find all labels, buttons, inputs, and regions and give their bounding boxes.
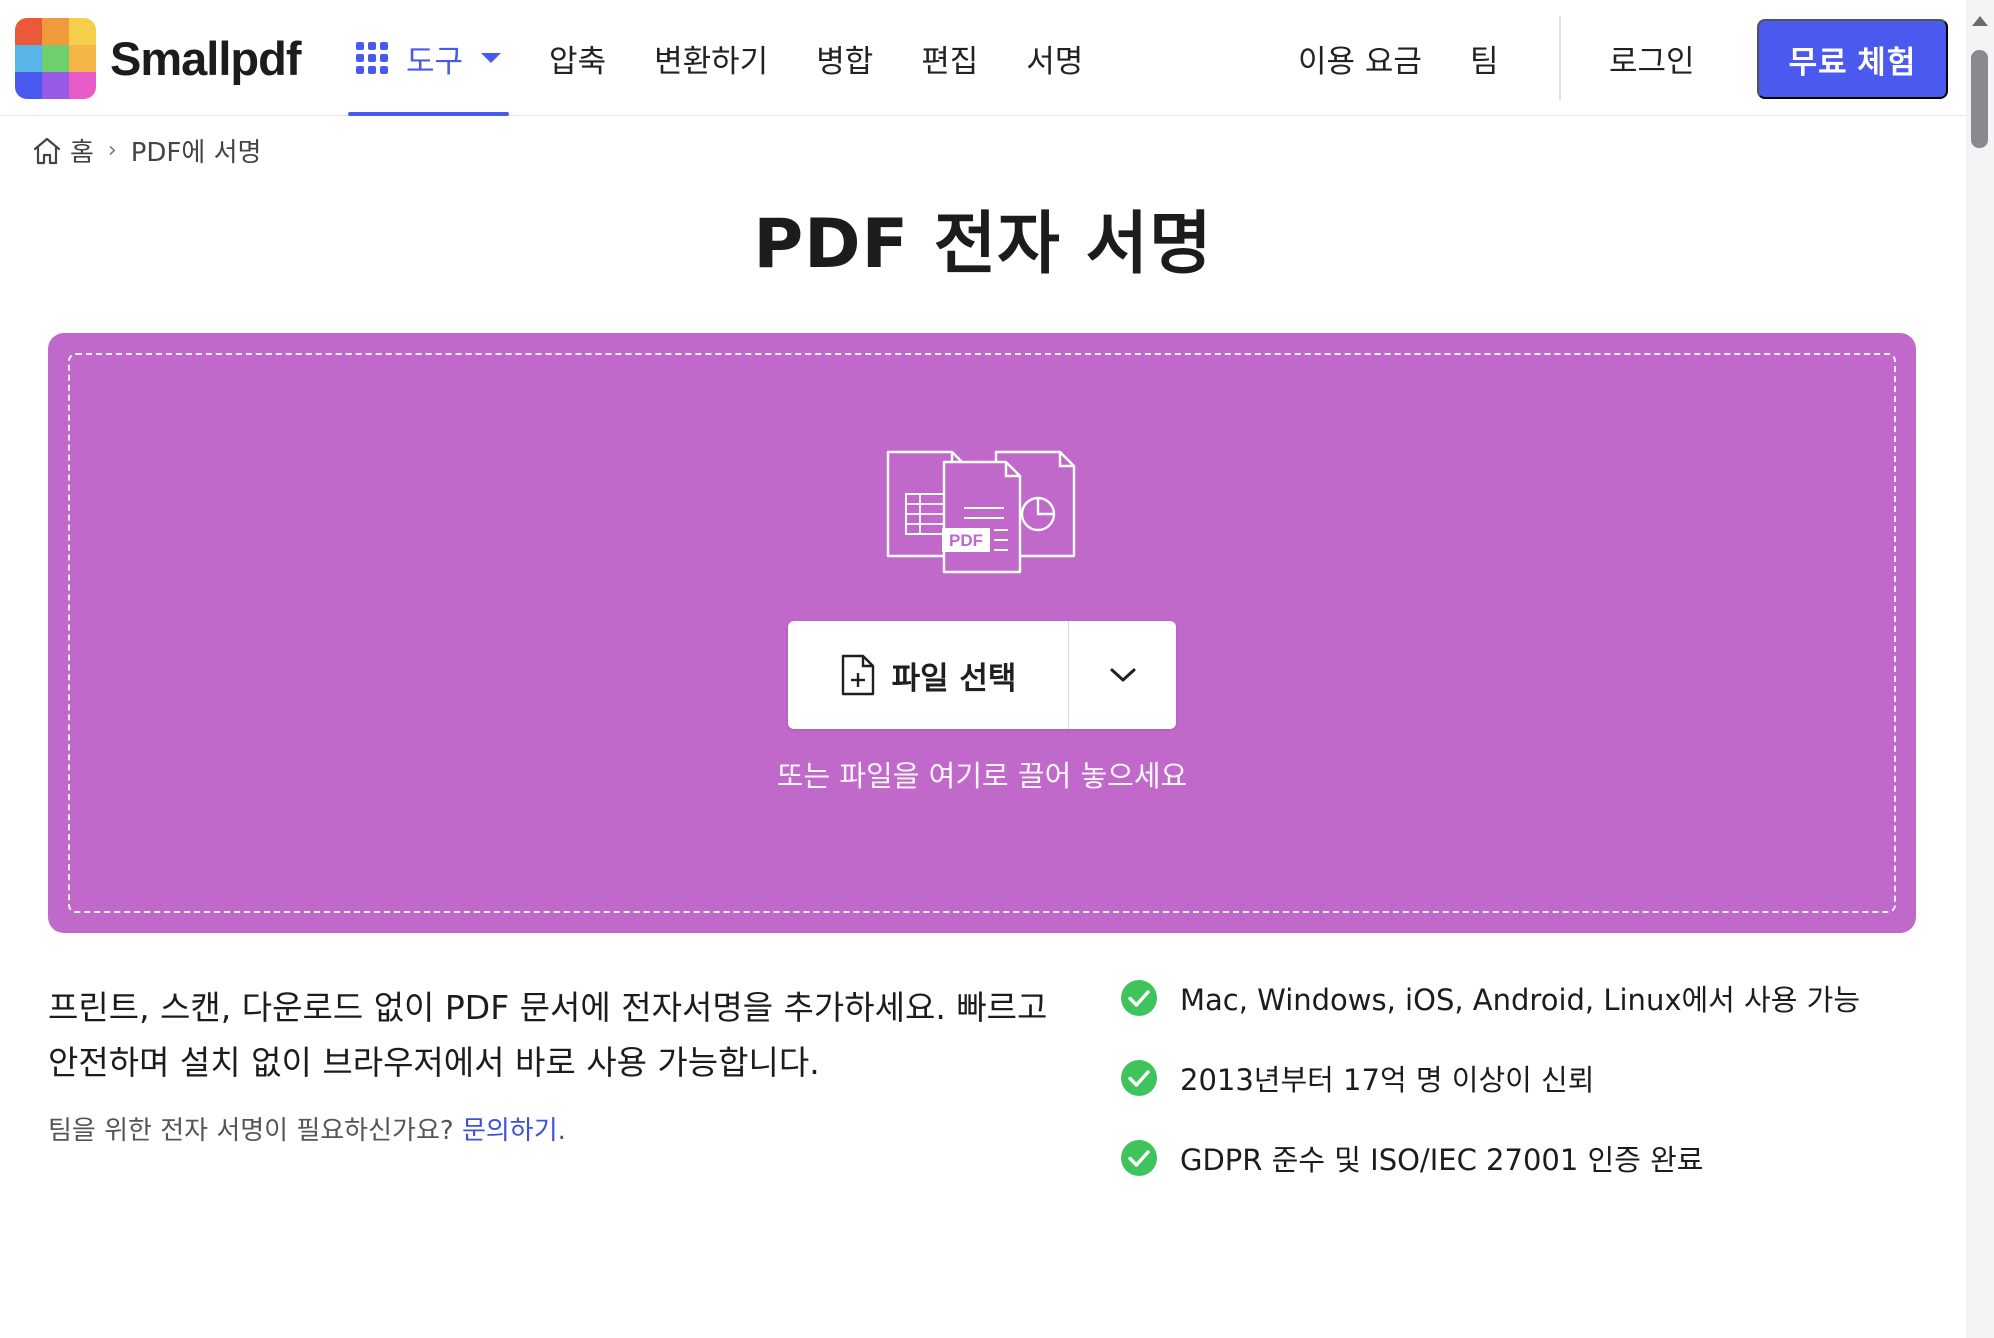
- nav-team[interactable]: 팀: [1470, 36, 1499, 81]
- nav-pricing[interactable]: 이용 요금: [1298, 36, 1422, 81]
- feature-item: GDPR 준수 및 ISO/IEC 27001 인증 완료: [1120, 1138, 1860, 1178]
- documents-illustration-icon: PDF: [886, 450, 1076, 574]
- free-trial-button[interactable]: 무료 체험: [1757, 19, 1948, 99]
- login-link[interactable]: 로그인: [1609, 36, 1695, 81]
- header-divider: [1559, 16, 1561, 100]
- feature-text: Mac, Windows, iOS, Android, Linux에서 사용 가…: [1180, 983, 1860, 1017]
- add-file-icon: [841, 654, 874, 696]
- nav-convert[interactable]: 변환하기: [654, 36, 768, 81]
- logo-mark-icon: [15, 18, 96, 99]
- chevron-down-icon: [481, 53, 502, 63]
- scroll-up-arrow-icon[interactable]: [1972, 16, 1988, 26]
- main-nav: 도구 압축 변환하기 병합 편집 서명: [348, 0, 1083, 116]
- breadcrumb-current: PDF에 서명: [130, 138, 262, 168]
- smallpdf-logo[interactable]: Smallpdf: [15, 18, 301, 99]
- logo-wordmark: Smallpdf: [110, 32, 301, 85]
- home-icon[interactable]: [30, 134, 64, 168]
- feature-item: 2013년부터 17억 명 이상이 신뢰: [1120, 1058, 1860, 1098]
- choose-file-button-group: 파일 선택: [788, 621, 1176, 729]
- team-question-text: 팀을 위한 전자 서명이 필요하신가요?: [48, 1116, 454, 1146]
- choose-file-button[interactable]: 파일 선택: [788, 621, 1068, 729]
- nav-sign[interactable]: 서명: [1026, 36, 1083, 81]
- breadcrumb-separator-icon: ›: [107, 138, 117, 163]
- top-header: Smallpdf 도구 압축 변환하기 병합 편집 서명 이용 요금 팀 로그인…: [0, 0, 1966, 116]
- page-title: PDF 전자 서명: [753, 205, 1213, 284]
- team-question: 팀을 위한 전자 서명이 필요하신가요? 문의하기.: [48, 1110, 566, 1147]
- feature-text: 2013년부터 17억 명 이상이 신뢰: [1180, 1063, 1595, 1097]
- feature-list: Mac, Windows, iOS, Android, Linux에서 사용 가…: [1120, 978, 1860, 1218]
- tools-menu-button[interactable]: 도구: [348, 0, 510, 116]
- chevron-down-icon: [1110, 668, 1135, 682]
- scrollbar-thumb[interactable]: [1971, 50, 1988, 148]
- breadcrumb: 홈 › PDF에 서명: [30, 132, 261, 169]
- tool-description: 프린트, 스캔, 다운로드 없이 PDF 문서에 전자서명을 추가하세요. 빠르…: [48, 988, 1048, 1082]
- file-dropzone[interactable]: PDF 파일 선택 또는 파일을 여기로 끌어 놓으세요: [48, 333, 1916, 933]
- check-circle-icon: [1121, 1140, 1157, 1176]
- check-circle-icon: [1121, 980, 1157, 1016]
- file-source-dropdown-button[interactable]: [1069, 621, 1176, 729]
- apps-grid-icon: [356, 42, 388, 74]
- contact-link[interactable]: 문의하기: [462, 1116, 558, 1146]
- feature-text: GDPR 준수 및 ISO/IEC 27001 인증 완료: [1180, 1143, 1704, 1177]
- nav-merge[interactable]: 병합: [816, 36, 873, 81]
- nav-edit[interactable]: 편집: [921, 36, 978, 81]
- breadcrumb-home[interactable]: 홈: [70, 132, 94, 169]
- check-circle-icon: [1121, 1060, 1157, 1096]
- feature-item: Mac, Windows, iOS, Android, Linux에서 사용 가…: [1120, 978, 1860, 1018]
- nav-compress[interactable]: 압축: [549, 36, 606, 81]
- page-scrollbar[interactable]: [1966, 0, 1994, 1338]
- svg-text:PDF: PDF: [949, 531, 983, 550]
- tools-label: 도구: [406, 43, 464, 80]
- choose-file-label: 파일 선택: [891, 660, 1017, 697]
- drop-hint-text: 또는 파일을 여기로 끌어 놓으세요: [776, 759, 1188, 793]
- contact-suffix: .: [557, 1116, 566, 1146]
